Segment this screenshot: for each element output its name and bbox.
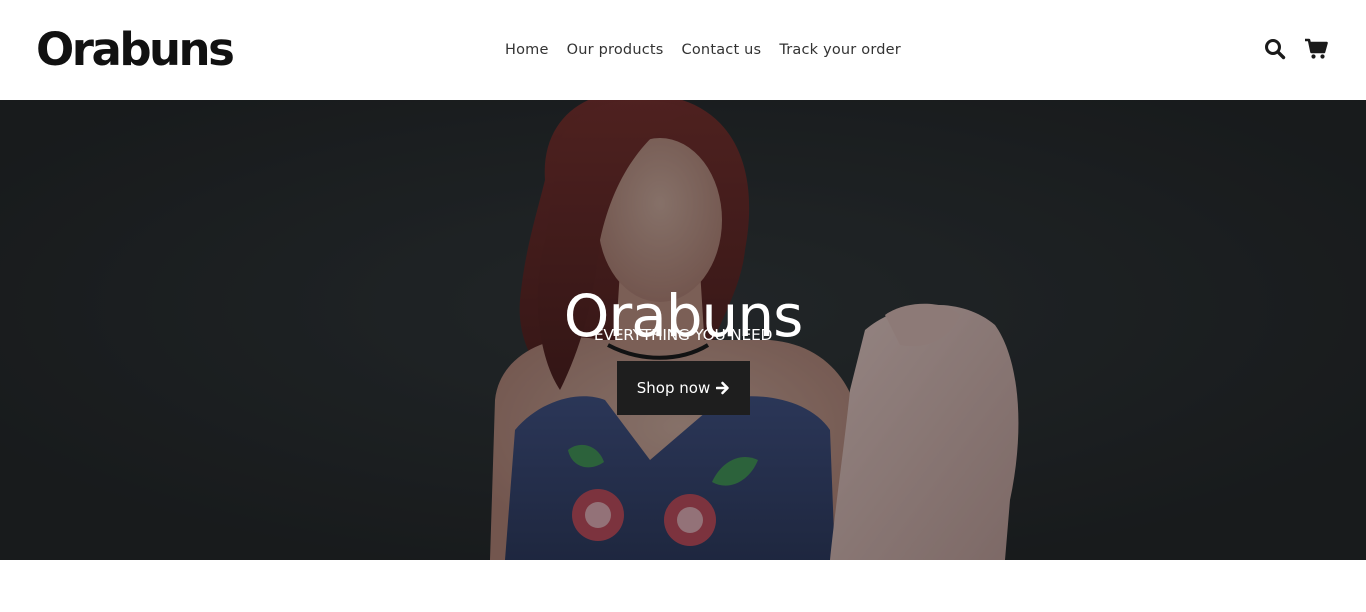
- hero-subtitle: EVERYTHING YOU NEED: [593, 326, 773, 344]
- search-icon[interactable]: [1263, 36, 1287, 62]
- cart-icon[interactable]: [1304, 36, 1328, 62]
- nav-home[interactable]: Home: [496, 38, 558, 62]
- arrow-right-icon: [716, 381, 730, 395]
- site-logo[interactable]: Orabuns: [36, 23, 235, 77]
- main-nav: Home Our products Contact us Track your …: [496, 38, 910, 62]
- nav-contact-us[interactable]: Contact us: [673, 38, 771, 62]
- site-header: Orabuns Home Our products Contact us Tra…: [0, 0, 1366, 100]
- nav-our-products[interactable]: Our products: [558, 38, 673, 62]
- nav-track-order[interactable]: Track your order: [770, 38, 910, 62]
- header-actions: [1263, 36, 1328, 62]
- shop-now-button[interactable]: Shop now: [617, 361, 750, 415]
- shop-now-label: Shop now: [636, 379, 711, 397]
- hero-banner: Orabuns EVERYTHING YOU NEED Shop now: [0, 100, 1366, 560]
